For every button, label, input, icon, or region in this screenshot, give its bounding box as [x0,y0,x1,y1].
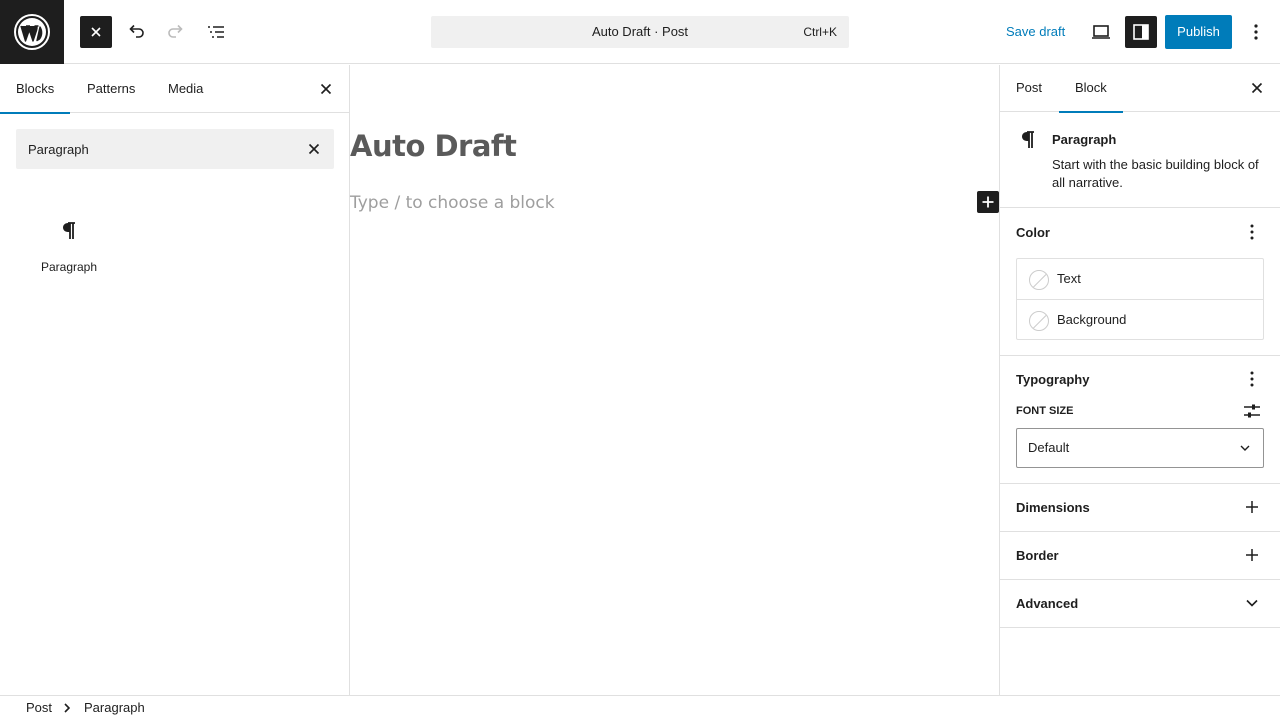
background-color-item[interactable]: Background [1017,299,1263,339]
sidebar-tabs: Post Block [1000,65,1280,113]
paragraph-icon [57,219,81,243]
inserter-tabs: Blocks Patterns Media [0,65,350,114]
settings-sliders-icon [1244,404,1260,418]
breadcrumb-item-paragraph[interactable]: Paragraph [84,696,145,720]
tab-post[interactable]: Post [1000,65,1058,112]
text-color-item[interactable]: Text [1017,259,1263,299]
more-vertical-icon [1250,371,1254,387]
block-inserter-panel: Blocks Patterns Media Paragraph [0,65,350,696]
typography-options-button[interactable] [1240,367,1264,391]
tab-block[interactable]: Block [1059,65,1123,113]
block-card-description: Start with the basic building block of a… [1052,157,1259,190]
tab-media[interactable]: Media [152,65,219,113]
color-item-label: Background [1057,312,1127,327]
block-result-paragraph[interactable]: Paragraph [16,205,122,285]
color-options-button[interactable] [1240,220,1264,244]
block-search [16,129,334,169]
dimensions-panel-title: Dimensions [1016,500,1090,515]
publish-button[interactable]: Publish [1165,15,1232,49]
block-card-title: Paragraph [1052,132,1117,147]
close-settings-button[interactable] [1241,72,1273,104]
settings-sidebar: Post Block Paragraph Start with the basi… [999,65,1280,696]
border-add-button[interactable] [1240,543,1264,567]
settings-toggle-button[interactable] [1125,16,1157,48]
close-icon [1251,82,1263,94]
desktop-icon [1092,25,1110,39]
editor-header: Auto Draft · Post Ctrl+K Save draft Publ… [0,0,1280,64]
chevron-down-icon[interactable] [1240,591,1264,615]
redo-button[interactable] [160,16,192,48]
panel-divider [1000,483,1280,484]
close-icon [320,83,332,95]
save-draft-button[interactable]: Save draft [1000,16,1071,48]
post-title[interactable]: Auto Draft [350,129,517,163]
color-item-label: Text [1057,271,1081,286]
empty-block-placeholder[interactable]: Type / to choose a block [350,193,555,213]
chevron-right-icon [61,702,73,714]
color-panel-title: Color [1016,225,1050,240]
add-block-button[interactable] [977,191,999,213]
chevron-down-icon [1235,438,1255,458]
editor-canvas: Auto Draft Type / to choose a block [350,65,999,696]
font-size-label: Font size [1016,405,1074,417]
advanced-panel-toggle[interactable]: Advanced [1016,596,1078,611]
more-vertical-icon [1250,224,1254,240]
tab-patterns[interactable]: Patterns [71,65,151,113]
color-settings: Text Background [1016,258,1264,340]
border-panel-title: Border [1016,548,1059,563]
font-size-select[interactable]: Default [1016,428,1264,468]
panel-divider [1000,531,1280,532]
breadcrumb-item-post[interactable]: Post [26,696,52,720]
plus-icon [982,196,994,208]
plus-icon [1246,501,1258,513]
undo-icon [129,24,144,38]
block-result-label: Paragraph [40,260,98,274]
list-view-icon [208,26,224,38]
command-palette-bar[interactable]: Auto Draft · Post Ctrl+K [431,16,849,48]
options-button[interactable] [1240,16,1272,48]
panel-divider [1000,355,1280,356]
close-icon [308,143,320,155]
empty-swatch-icon [1029,311,1049,331]
tab-blocks[interactable]: Blocks [0,65,71,114]
font-size-value: Default [1028,440,1070,455]
panel-divider [1000,579,1280,580]
dimensions-add-button[interactable] [1240,495,1264,519]
preview-button[interactable] [1085,16,1117,48]
close-icon [91,27,101,37]
typography-panel-title: Typography [1016,372,1090,387]
close-inserter-panel-button[interactable] [310,73,342,105]
paragraph-icon [1016,128,1040,152]
close-inserter-button[interactable] [80,16,112,48]
custom-font-size-button[interactable] [1240,399,1264,423]
clear-search-button[interactable] [298,133,330,165]
document-overview-button[interactable] [200,16,232,48]
command-shortcut: Ctrl+K [803,25,837,39]
undo-button[interactable] [120,16,152,48]
block-search-input[interactable] [16,129,296,169]
more-vertical-icon [1254,24,1258,40]
plus-icon [1246,549,1258,561]
panel-divider [1000,627,1280,628]
breadcrumb: Post Paragraph [0,695,1280,720]
sidebar-icon [1133,24,1149,40]
redo-icon [168,24,183,38]
block-card: Paragraph Start with the basic building … [1000,112,1280,208]
empty-swatch-icon [1029,270,1049,290]
document-title: Auto Draft · Post [591,24,689,39]
wordpress-logo-icon[interactable] [0,0,64,64]
